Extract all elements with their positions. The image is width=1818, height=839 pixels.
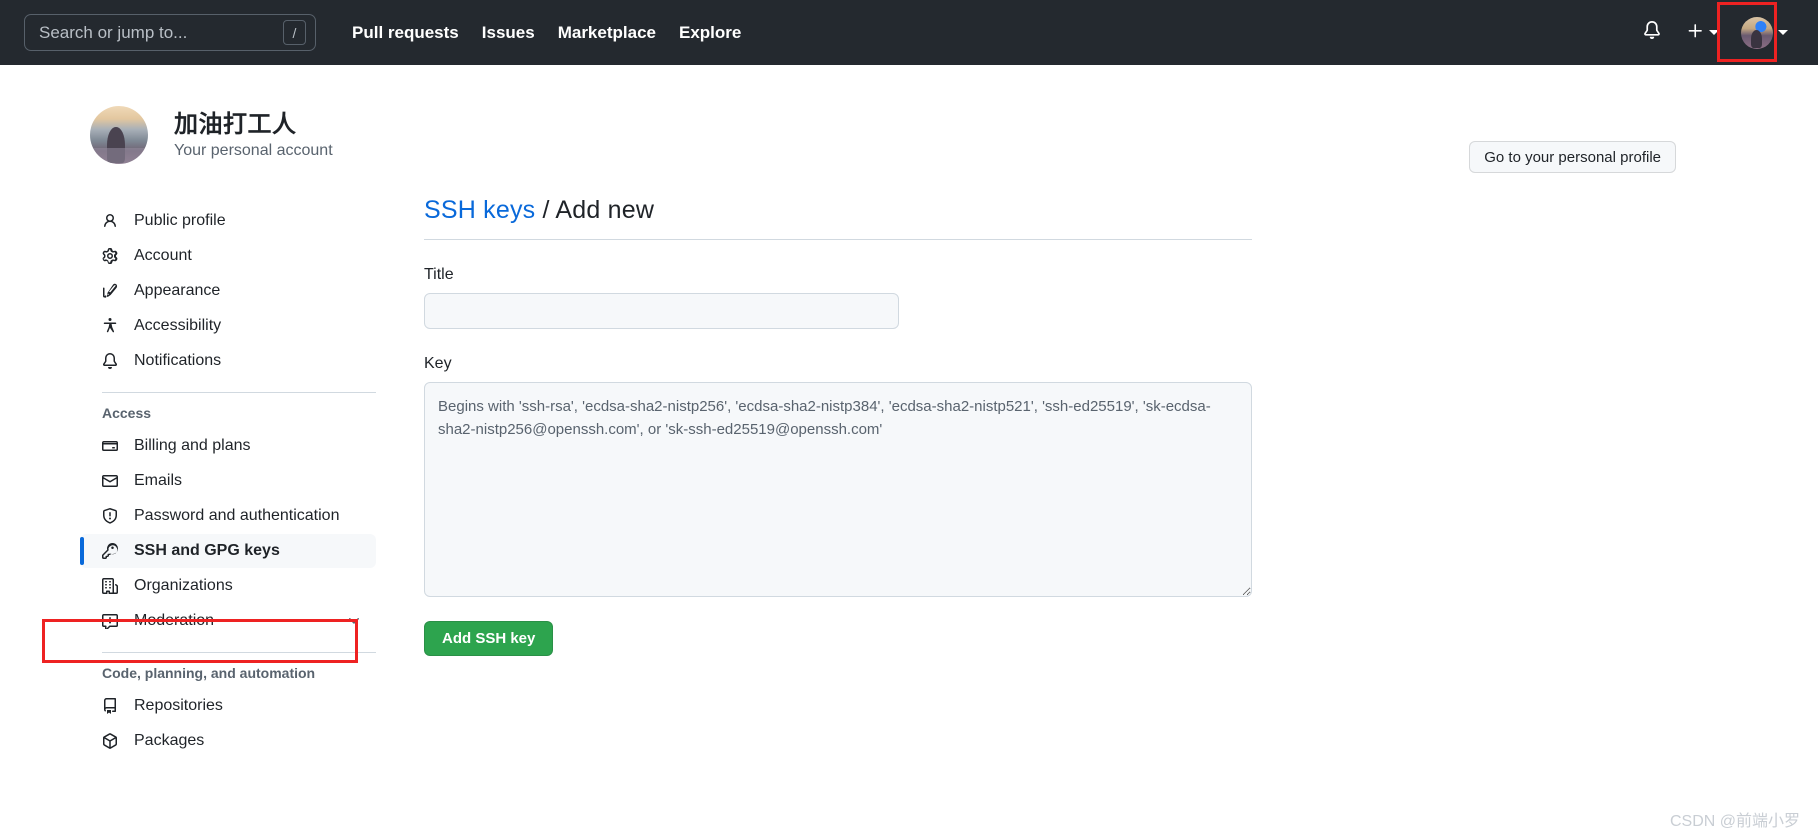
sidebar-item-organizations[interactable]: Organizations bbox=[80, 569, 376, 603]
search-placeholder: Search or jump to... bbox=[39, 23, 188, 42]
account-avatar bbox=[90, 106, 148, 164]
nav-pull-requests[interactable]: Pull requests bbox=[352, 23, 459, 43]
search-shortcut-key: / bbox=[283, 20, 306, 45]
sidebar-item-emails[interactable]: Emails bbox=[80, 464, 376, 498]
sidebar-item-label: Public profile bbox=[134, 212, 226, 229]
bell-icon bbox=[102, 353, 118, 369]
sidebar-item-ssh-and-gpg-keys[interactable]: SSH and GPG keys bbox=[80, 534, 376, 568]
sidebar-item-accessibility[interactable]: Accessibility bbox=[80, 309, 376, 343]
repo-icon bbox=[102, 698, 118, 714]
sidebar-item-label: Moderation bbox=[134, 612, 215, 629]
organization-icon bbox=[102, 578, 118, 594]
plus-icon bbox=[1687, 22, 1704, 44]
chevron-down-icon bbox=[1778, 30, 1788, 35]
chevron-down-icon bbox=[1709, 30, 1719, 35]
user-menu-button[interactable] bbox=[1741, 16, 1788, 49]
sidebar-item-label: Packages bbox=[134, 732, 205, 749]
report-icon bbox=[102, 613, 118, 629]
sidebar-item-label: Accessibility bbox=[134, 317, 222, 334]
sidebar-section-access: Access bbox=[102, 405, 152, 421]
sidebar-item-label: Billing and plans bbox=[134, 437, 251, 454]
accessibility-icon bbox=[102, 318, 118, 334]
global-header: Search or jump to... / Pull requests Iss… bbox=[0, 0, 1818, 65]
sidebar-item-label: Password and authentication bbox=[134, 507, 340, 524]
gear-icon bbox=[102, 248, 118, 264]
nav-marketplace[interactable]: Marketplace bbox=[558, 23, 656, 43]
credit-card-icon bbox=[102, 438, 118, 454]
main-content: SSH keys / Add new Title Key Add SSH key bbox=[424, 196, 1252, 759]
account-subtitle: Your personal account bbox=[174, 142, 333, 159]
sidebar-item-appearance[interactable]: Appearance bbox=[80, 274, 376, 308]
sidebar-item-account[interactable]: Account bbox=[80, 239, 376, 273]
sidebar-item-notifications[interactable]: Notifications bbox=[80, 344, 376, 378]
notifications-button[interactable] bbox=[1629, 21, 1675, 44]
package-icon bbox=[102, 733, 118, 749]
add-ssh-key-button[interactable]: Add SSH key bbox=[424, 621, 554, 656]
key-textarea[interactable] bbox=[424, 382, 1252, 597]
go-to-personal-profile-button[interactable]: Go to your personal profile bbox=[1469, 141, 1676, 173]
sidebar-divider bbox=[102, 392, 376, 393]
sidebar-item-label: SSH and GPG keys bbox=[134, 542, 280, 559]
sidebar-item-repositories[interactable]: Repositories bbox=[80, 689, 376, 723]
settings-page: 加油打工人 Your personal account Go to your p… bbox=[0, 65, 1818, 839]
bell-icon bbox=[1643, 21, 1661, 44]
create-new-button[interactable] bbox=[1675, 22, 1727, 44]
account-name: 加油打工人 bbox=[174, 111, 297, 138]
watermark: CSDN @前端小罗 bbox=[1669, 813, 1800, 830]
sidebar-item-label: Notifications bbox=[134, 352, 222, 369]
mail-icon bbox=[102, 473, 118, 489]
key-icon bbox=[102, 543, 118, 559]
sidebar-item-label: Appearance bbox=[134, 282, 221, 299]
search-input[interactable]: Search or jump to... / bbox=[24, 14, 316, 51]
sidebar-item-moderation[interactable]: Moderation bbox=[80, 604, 376, 638]
global-nav: Pull requests Issues Marketplace Explore bbox=[352, 23, 741, 43]
page-title: SSH keys / Add new bbox=[424, 196, 1252, 240]
nav-explore[interactable]: Explore bbox=[679, 23, 741, 43]
key-field-label: Key bbox=[424, 355, 452, 372]
avatar bbox=[1741, 16, 1773, 49]
sidebar-item-label: Account bbox=[134, 247, 192, 264]
nav-issues[interactable]: Issues bbox=[482, 23, 535, 43]
paintbrush-icon bbox=[102, 283, 118, 299]
settings-sidebar: Public profile Account Appearance Access… bbox=[80, 196, 376, 759]
header-right-actions bbox=[1629, 16, 1798, 49]
sidebar-item-public-profile[interactable]: Public profile bbox=[80, 204, 376, 238]
sidebar-divider bbox=[102, 652, 376, 653]
title-field-label: Title bbox=[424, 266, 454, 283]
sidebar-item-label: Repositories bbox=[134, 697, 223, 714]
sidebar-item-label: Organizations bbox=[134, 577, 233, 594]
person-icon bbox=[102, 213, 118, 229]
breadcrumb-ssh-keys-link[interactable]: SSH keys bbox=[424, 196, 535, 224]
breadcrumb-separator: / bbox=[535, 196, 556, 224]
breadcrumb-current: Add new bbox=[555, 196, 655, 224]
chevron-down-icon[interactable] bbox=[346, 613, 362, 629]
title-input[interactable] bbox=[424, 293, 899, 329]
shield-icon bbox=[102, 508, 118, 524]
sidebar-item-label: Emails bbox=[134, 472, 183, 489]
sidebar-section-code-planning-automation: Code, planning, and automation bbox=[102, 665, 316, 681]
sidebar-item-packages[interactable]: Packages bbox=[80, 724, 376, 758]
sidebar-item-password-and-authentication[interactable]: Password and authentication bbox=[80, 499, 376, 533]
sidebar-item-billing-and-plans[interactable]: Billing and plans bbox=[80, 429, 376, 463]
